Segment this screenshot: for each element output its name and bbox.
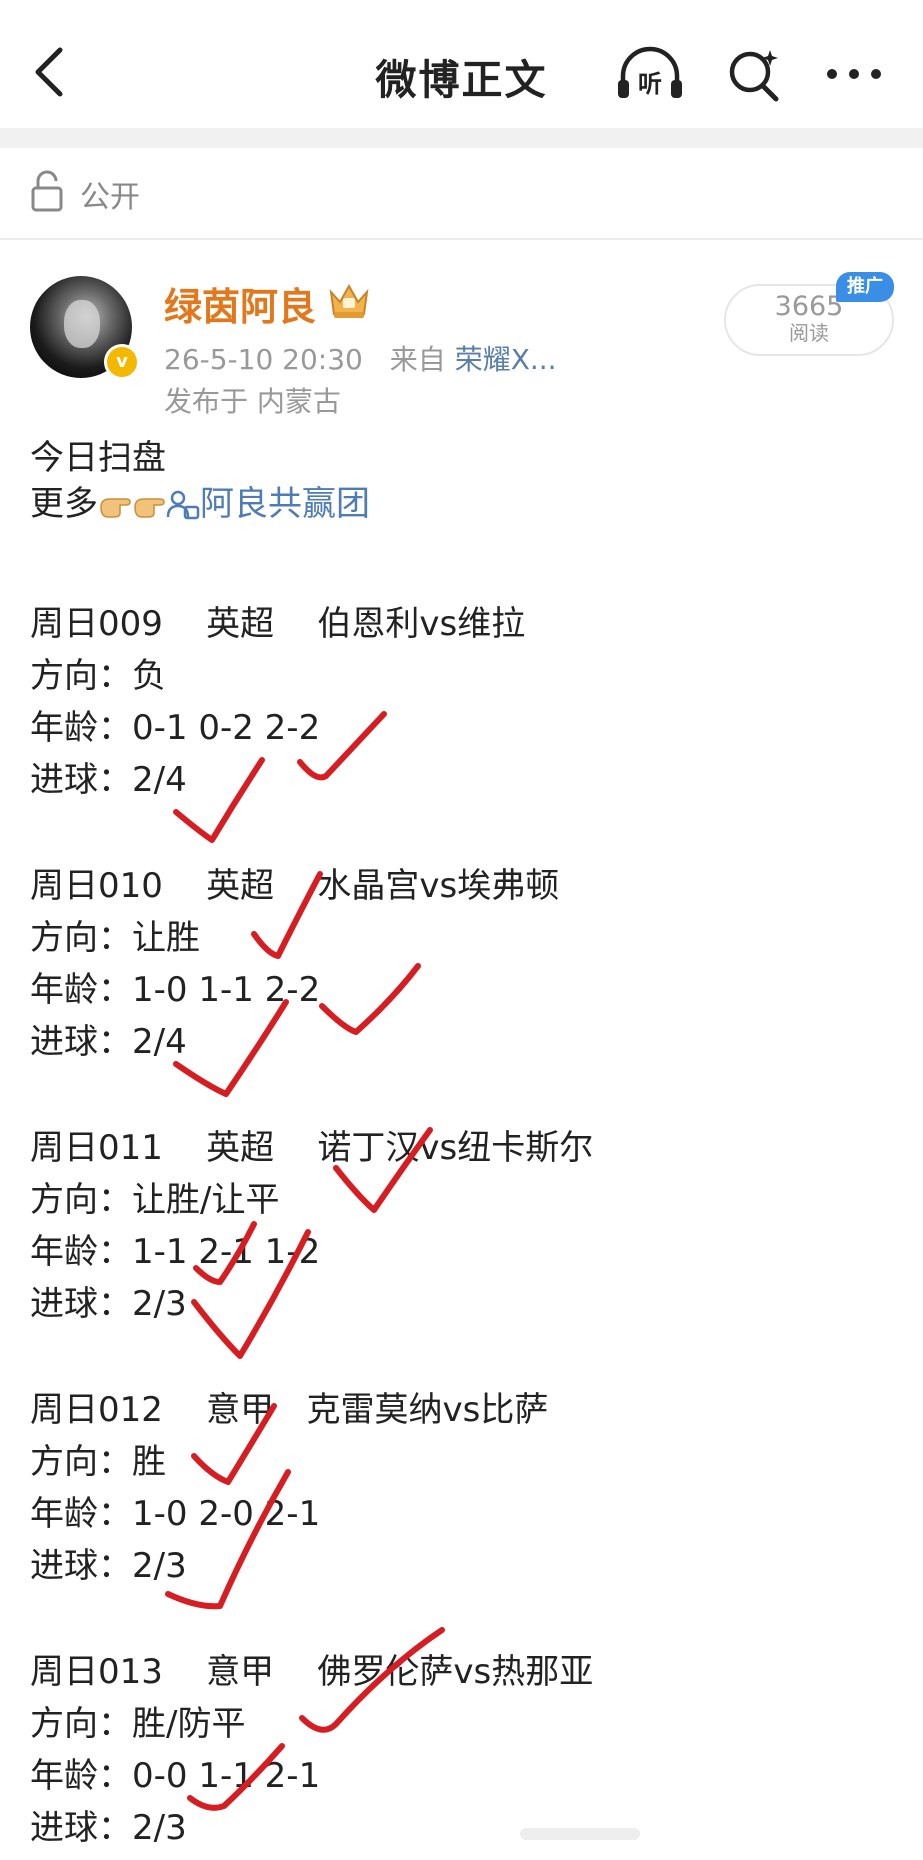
pointing-hand-icon <box>134 498 165 518</box>
match-ages: 年龄：0-1 0-2 2-2 <box>30 708 321 748</box>
more-options-icon[interactable] <box>824 62 884 86</box>
top-nav-bar: 微博正文 听 <box>0 0 923 128</box>
more-prefix: 更多 <box>30 484 98 524</box>
pointing-hand-icon <box>100 498 131 518</box>
read-label: 阅读 <box>789 321 829 345</box>
visibility-row: 公开 <box>0 148 923 238</box>
post-location: 发布于 内蒙古 <box>164 385 341 418</box>
match-direction: 方向：胜 <box>30 1442 166 1482</box>
section-divider <box>0 238 923 240</box>
source-prefix: 来自 <box>389 343 446 376</box>
promote-badge[interactable]: 推广 <box>836 272 894 302</box>
group-link[interactable]: 阿良共赢团 <box>200 484 370 524</box>
match-header: 周日012 意甲 克雷莫纳vs比萨 <box>30 1390 549 1430</box>
match-goals: 进球：2/4 <box>30 1022 187 1062</box>
post-source-link[interactable]: 荣耀X... <box>455 343 557 376</box>
match-goals: 进球：2/3 <box>30 1808 187 1848</box>
page-title: 微博正文 <box>375 56 548 104</box>
match-direction: 方向：让胜/让平 <box>30 1180 280 1220</box>
unlocked-padlock-icon <box>31 170 63 212</box>
match-header: 周日013 意甲 佛罗伦萨vs热那亚 <box>30 1652 594 1692</box>
avatar-face <box>64 300 100 348</box>
verified-badge-icon: v <box>104 344 140 380</box>
match-header: 周日011 英超 诺丁汉vs纽卡斯尔 <box>30 1128 594 1168</box>
faint-watermark <box>520 1828 640 1840</box>
check-mark-icon <box>173 999 289 1097</box>
match-goals: 进球：2/3 <box>30 1546 187 1586</box>
post-intro: 今日扫盘 <box>30 438 166 478</box>
search-icon[interactable] <box>726 46 782 102</box>
more-line: 更多 阿良共赢团 <box>30 480 370 528</box>
match-ages: 年龄：1-0 1-1 2-2 <box>30 970 321 1010</box>
match-ages: 年龄：1-0 2-0 2-1 <box>30 1494 321 1534</box>
check-mark-icon <box>319 963 421 1035</box>
match-header: 周日009 英超 伯恩利vs维拉 <box>30 604 526 644</box>
visibility-label: 公开 <box>80 180 140 215</box>
match-ages: 年龄：1-1 2-1 1-2 <box>30 1232 321 1272</box>
match-ages: 年龄：0-0 1-1 2-1 <box>30 1756 321 1796</box>
match-header: 周日010 英超 水晶宫vs埃弗顿 <box>30 866 560 906</box>
match-goals: 进球：2/3 <box>30 1284 187 1324</box>
match-goals: 进球：2/4 <box>30 760 187 800</box>
author-name[interactable]: 绿茵阿良 <box>164 276 316 331</box>
match-direction: 方向：胜/防平 <box>30 1704 246 1744</box>
match-direction: 方向：让胜 <box>30 918 200 958</box>
check-mark-icon <box>173 757 265 843</box>
listen-headphones-icon[interactable]: 听 <box>615 46 685 102</box>
crown-badge-icon[interactable] <box>326 278 372 322</box>
match-direction: 方向：负 <box>30 656 166 696</box>
section-divider <box>0 128 923 148</box>
post-meta: 26-5-10 20:30 来自 荣耀X... <box>164 338 557 378</box>
group-chat-icon <box>166 490 200 520</box>
listen-label: 听 <box>638 70 662 98</box>
post-date: 26-5-10 20:30 <box>164 343 363 376</box>
